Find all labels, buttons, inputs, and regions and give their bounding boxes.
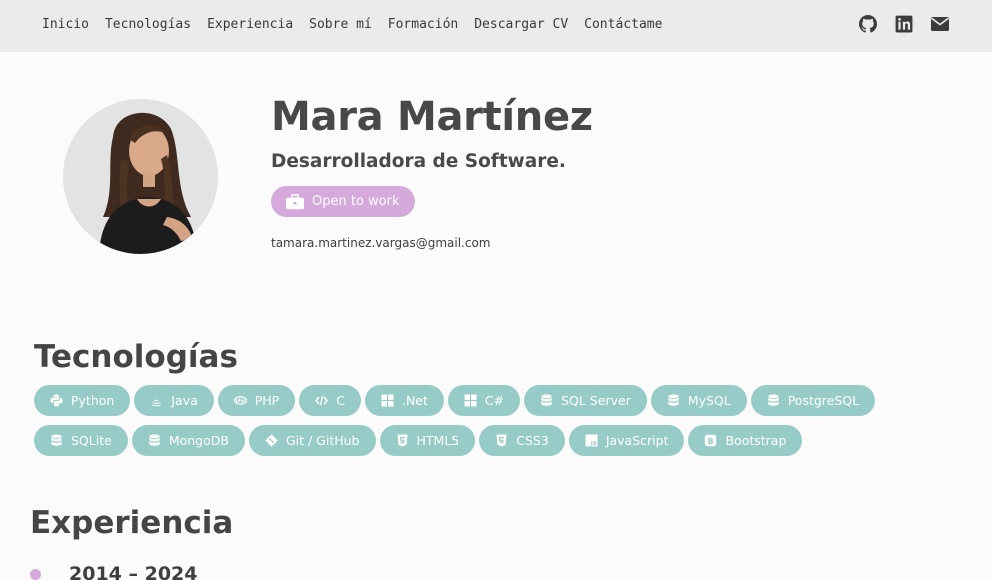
tech-chip-label: Java bbox=[171, 393, 198, 408]
tech-chip-label: C bbox=[336, 393, 345, 408]
tech-chip-csharp: C# bbox=[447, 385, 521, 416]
tech-chip-label: MySQL bbox=[687, 393, 731, 408]
timeline-date: 2014 – 2024 bbox=[69, 563, 198, 580]
top-navbar: Inicio Tecnologías Experiencia Sobre mí … bbox=[0, 0, 992, 52]
github-icon[interactable] bbox=[859, 15, 877, 33]
database-icon bbox=[767, 394, 780, 407]
git-icon bbox=[265, 434, 278, 447]
tech-chip-label: Python bbox=[71, 393, 115, 408]
tech-chip-label: PostgreSQL bbox=[787, 393, 860, 408]
profile-role: Desarrolladora de Software. bbox=[271, 151, 566, 172]
nav-link-formacion[interactable]: Formación bbox=[380, 16, 466, 34]
tech-chip-javascript: JS JavaScript bbox=[568, 425, 685, 456]
tech-chip-label: MongoDB bbox=[168, 433, 229, 448]
tech-chip-label: .Net bbox=[401, 393, 428, 408]
code-icon bbox=[315, 394, 329, 407]
tech-chip-label: SQL Server bbox=[561, 393, 631, 408]
tech-chip-python: Python bbox=[34, 385, 131, 416]
tech-chip-label: C# bbox=[484, 393, 505, 408]
css3-icon bbox=[495, 434, 508, 447]
social-links bbox=[859, 15, 949, 33]
bootstrap-icon: B bbox=[704, 434, 717, 447]
contact-email: tamara.martinez.vargas@gmail.com bbox=[271, 236, 491, 250]
tech-chip-html5: HTML5 bbox=[379, 425, 476, 456]
timeline-dot bbox=[30, 569, 41, 580]
tech-chip-mysql: MySQL bbox=[650, 385, 747, 416]
js-icon: JS bbox=[585, 434, 598, 447]
tech-chip-net: .Net bbox=[364, 385, 444, 416]
html5-icon bbox=[396, 434, 409, 447]
nav-link-inicio[interactable]: Inicio bbox=[34, 16, 97, 34]
envelope-icon[interactable] bbox=[931, 15, 949, 33]
tech-chip-mongodb: MongoDB bbox=[131, 425, 245, 456]
nav-link-contactame[interactable]: Contáctame bbox=[576, 16, 670, 34]
tech-chip-label: Git / GitHub bbox=[285, 433, 360, 448]
tech-chip-label: Bootstrap bbox=[725, 433, 787, 448]
tech-chip-php: php PHP bbox=[217, 385, 296, 416]
svg-text:php: php bbox=[236, 398, 245, 404]
tech-chip-sqlite: SQLite bbox=[34, 425, 128, 456]
tech-chip-label: SQLite bbox=[71, 433, 112, 448]
python-icon bbox=[50, 394, 63, 407]
database-icon bbox=[148, 434, 161, 447]
php-icon: php bbox=[233, 394, 247, 407]
tech-chip-label: HTML5 bbox=[416, 433, 460, 448]
database-icon bbox=[667, 394, 680, 407]
svg-text:JS: JS bbox=[590, 441, 597, 447]
profile-name: Mara Martínez bbox=[271, 94, 593, 140]
nav-links: Inicio Tecnologías Experiencia Sobre mí … bbox=[34, 16, 670, 34]
windows-icon bbox=[381, 394, 394, 407]
briefcase-icon bbox=[286, 193, 304, 210]
open-to-work-badge: Open to work bbox=[271, 186, 415, 217]
section-title-tecnologias: Tecnologías bbox=[34, 339, 238, 375]
tech-chip-label: JavaScript bbox=[605, 433, 669, 448]
svg-text:B: B bbox=[708, 437, 714, 446]
tech-chip-list: Python Java php PHP C .Net C# SQL Server MySQL Po… bbox=[34, 385, 964, 456]
java-icon bbox=[150, 394, 163, 407]
linkedin-icon[interactable] bbox=[895, 15, 913, 33]
windows-icon bbox=[464, 394, 477, 407]
tech-chip-label: PHP bbox=[254, 393, 280, 408]
nav-link-sobre-mi[interactable]: Sobre mí bbox=[301, 16, 380, 34]
nav-link-descargar-cv[interactable]: Descargar CV bbox=[466, 16, 576, 34]
open-to-work-label: Open to work bbox=[312, 194, 400, 209]
section-title-experiencia: Experiencia bbox=[30, 505, 234, 541]
tech-chip-sql-server: SQL Server bbox=[524, 385, 647, 416]
database-icon bbox=[50, 434, 63, 447]
nav-link-tecnologias[interactable]: Tecnologías bbox=[97, 16, 199, 34]
tech-chip-c: C bbox=[299, 385, 361, 416]
tech-chip-java: Java bbox=[134, 385, 214, 416]
tech-chip-git-github: Git / GitHub bbox=[248, 425, 376, 456]
tech-chip-label: CSS3 bbox=[516, 433, 549, 448]
database-icon bbox=[540, 394, 553, 407]
profile-photo bbox=[63, 99, 218, 254]
tech-chip-postgresql: PostgreSQL bbox=[750, 385, 876, 416]
tech-chip-bootstrap: B Bootstrap bbox=[688, 425, 803, 456]
nav-link-experiencia[interactable]: Experiencia bbox=[199, 16, 301, 34]
tech-chip-css3: CSS3 bbox=[479, 425, 565, 456]
